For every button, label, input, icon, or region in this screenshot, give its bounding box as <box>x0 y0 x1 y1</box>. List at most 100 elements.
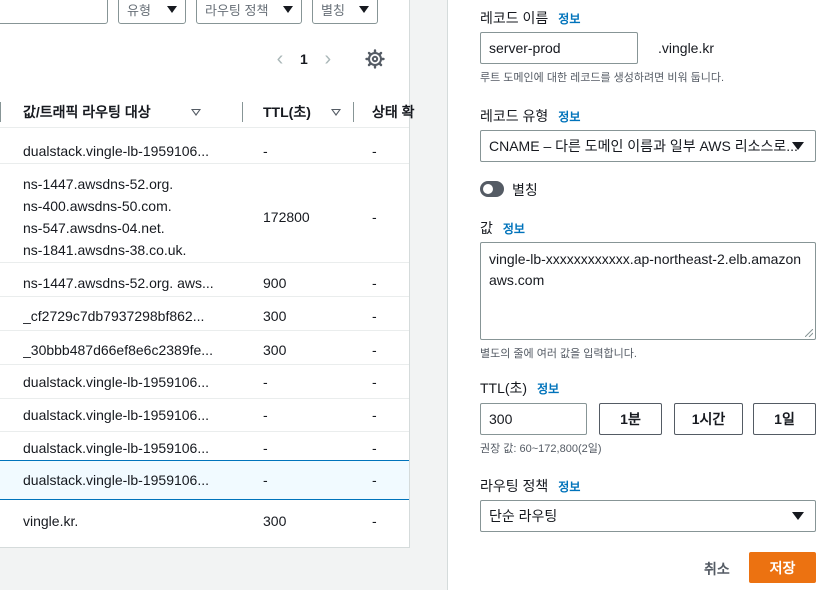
record-value: _cf2729c7db7937298bf862... <box>23 308 205 324</box>
caret-down-icon <box>792 512 804 520</box>
sort-caret-icon[interactable] <box>190 108 201 116</box>
record-type-select[interactable]: CNAME – 다른 도메인 이름과 일부 AWS 리소스로... <box>480 130 816 162</box>
caret-down-icon <box>792 142 804 150</box>
column-header-ttl[interactable]: TTL(초) <box>263 96 341 128</box>
record-health: - <box>372 407 377 423</box>
record-value-textarea[interactable]: vingle-lb-xxxxxxxxxxxx.ap-northeast-2.el… <box>480 242 816 340</box>
records-panel: 유형 라우팅 정책 별칭 ‹ 1 › 값/트래픽 라우팅 대상 TTL(초) 상… <box>0 0 415 548</box>
record-value: dualstack.vingle-lb-1959106... <box>23 440 210 456</box>
table-row[interactable]: _30bbb487d66ef8e6c2389fe... 300 - <box>0 331 409 365</box>
save-button[interactable]: 저장 <box>749 552 816 583</box>
table-header: 값/트래픽 라우팅 대상 TTL(초) 상태 확 <box>0 96 415 128</box>
column-divider[interactable] <box>353 102 354 122</box>
sort-caret-icon[interactable] <box>330 108 341 116</box>
record-value: dualstack.vingle-lb-1959106... <box>23 143 210 159</box>
record-name-info-link[interactable]: 정보 <box>558 10 580 27</box>
ttl-1min-button[interactable]: 1분 <box>599 403 662 435</box>
routing-policy-label-row: 라우팅 정책 정보 <box>480 476 580 496</box>
table-row[interactable]: dualstack.vingle-lb-1959106... - - <box>0 365 409 399</box>
record-health: - <box>372 472 377 488</box>
record-type-label-row: 레코드 유형 정보 <box>480 106 580 126</box>
caret-down-icon <box>167 5 177 13</box>
table-row[interactable]: ns-1447.awsdns-52.org. ns-400.awsdns-50.… <box>0 164 409 263</box>
column-divider[interactable] <box>0 102 1 122</box>
column-divider[interactable] <box>242 102 243 122</box>
record-ttl: - <box>263 407 268 423</box>
record-health: - <box>372 513 377 529</box>
value-hint: 별도의 줄에 여러 값을 입력합니다. <box>480 348 637 360</box>
ttl-1hour-button[interactable]: 1시간 <box>674 403 743 435</box>
record-health: - <box>372 440 377 456</box>
table-row[interactable]: dualstack.vingle-lb-1959106... - - <box>0 129 409 164</box>
record-health: - <box>372 209 377 225</box>
column-header-value[interactable]: 값/트래픽 라우팅 대상 <box>23 96 201 128</box>
alias-label: 별칭 <box>512 182 538 198</box>
resize-grip-icon[interactable] <box>805 329 813 337</box>
alias-filter-label: 별칭 <box>321 2 345 18</box>
record-value: _30bbb487d66ef8e6c2389fe... <box>23 342 213 358</box>
alias-filter-select[interactable]: 별칭 <box>312 0 378 24</box>
next-page-icon[interactable]: › <box>318 48 338 70</box>
pagination: ‹ 1 › <box>270 46 338 72</box>
record-value: ns-1447.awsdns-52.org. aws... <box>23 275 214 291</box>
toggle-knob <box>483 184 493 194</box>
record-health: - <box>372 374 377 390</box>
ttl-label-row: TTL(초) 정보 <box>480 378 559 398</box>
alias-toggle[interactable] <box>480 181 504 197</box>
record-value: vingle.kr. <box>23 513 79 529</box>
table-row[interactable]: ns-1447.awsdns-52.org. aws... 900 - <box>0 263 409 297</box>
prev-page-icon[interactable]: ‹ <box>270 48 290 70</box>
filter-search-input[interactable] <box>0 0 108 24</box>
routing-policy-info-link[interactable]: 정보 <box>558 478 580 495</box>
record-name-input[interactable]: server-prod <box>480 32 638 64</box>
routing-policy-label: 라우팅 정책 <box>480 478 549 494</box>
type-filter-label: 유형 <box>127 2 151 18</box>
record-ttl: - <box>263 472 268 488</box>
value-label-row: 값 정보 <box>480 218 525 238</box>
record-value: dualstack.vingle-lb-1959106... <box>23 374 210 390</box>
record-ttl: 172800 <box>263 209 310 225</box>
record-health: - <box>372 308 377 324</box>
table-row[interactable]: dualstack.vingle-lb-1959106... - - <box>0 399 409 432</box>
ttl-hint: 권장 값: 60~172,800(2일) <box>480 443 602 455</box>
ttl-1day-button[interactable]: 1일 <box>753 403 816 435</box>
cancel-button[interactable]: 취소 <box>704 559 730 579</box>
ttl-label: TTL(초) <box>480 380 528 396</box>
routing-policy-select[interactable]: 단순 라우팅 <box>480 500 816 532</box>
value-label: 값 <box>480 220 493 236</box>
record-value: dualstack.vingle-lb-1959106... <box>23 472 210 488</box>
type-filter-select[interactable]: 유형 <box>118 0 186 24</box>
record-ttl: 300 <box>263 308 287 324</box>
table-row-selected[interactable]: dualstack.vingle-lb-1959106... - - <box>0 460 409 500</box>
record-ttl: 900 <box>263 275 287 291</box>
record-ttl: - <box>263 440 268 456</box>
record-value: dualstack.vingle-lb-1959106... <box>23 407 210 423</box>
ttl-input[interactable]: 300 <box>480 403 587 435</box>
current-page-number[interactable]: 1 <box>300 51 308 67</box>
record-ttl: 300 <box>263 513 287 529</box>
record-name-label: 레코드 이름 <box>480 10 549 26</box>
ttl-info-link[interactable]: 정보 <box>537 380 559 397</box>
value-info-link[interactable]: 정보 <box>503 220 525 237</box>
record-name-label-row: 레코드 이름 정보 <box>480 8 580 28</box>
table-row[interactable]: dualstack.vingle-lb-1959106... - - <box>0 432 409 461</box>
domain-suffix: .vingle.kr <box>658 40 715 56</box>
table-row[interactable]: vingle.kr. 300 - <box>0 500 409 540</box>
routing-policy-filter-label: 라우팅 정책 <box>205 2 269 18</box>
record-ttl: - <box>263 143 268 159</box>
routing-policy-filter-select[interactable]: 라우팅 정책 <box>196 0 302 24</box>
settings-gear-icon[interactable] <box>365 49 385 69</box>
record-type-info-link[interactable]: 정보 <box>558 108 580 125</box>
column-header-health[interactable]: 상태 확 <box>372 96 415 128</box>
record-health: - <box>372 143 377 159</box>
caret-down-icon <box>359 5 369 13</box>
record-type-label: 레코드 유형 <box>480 108 549 124</box>
table-row[interactable]: _cf2729c7db7937298bf862... 300 - <box>0 297 409 331</box>
record-health: - <box>372 275 377 291</box>
record-value-multiline: ns-1447.awsdns-52.org. ns-400.awsdns-50.… <box>23 176 187 258</box>
record-ttl: - <box>263 374 268 390</box>
record-name-hint: 루트 도메인에 대한 레코드를 생성하려면 비워 둡니다. <box>480 72 725 84</box>
record-ttl: 300 <box>263 342 287 358</box>
record-health: - <box>372 342 377 358</box>
caret-down-icon <box>283 5 293 13</box>
